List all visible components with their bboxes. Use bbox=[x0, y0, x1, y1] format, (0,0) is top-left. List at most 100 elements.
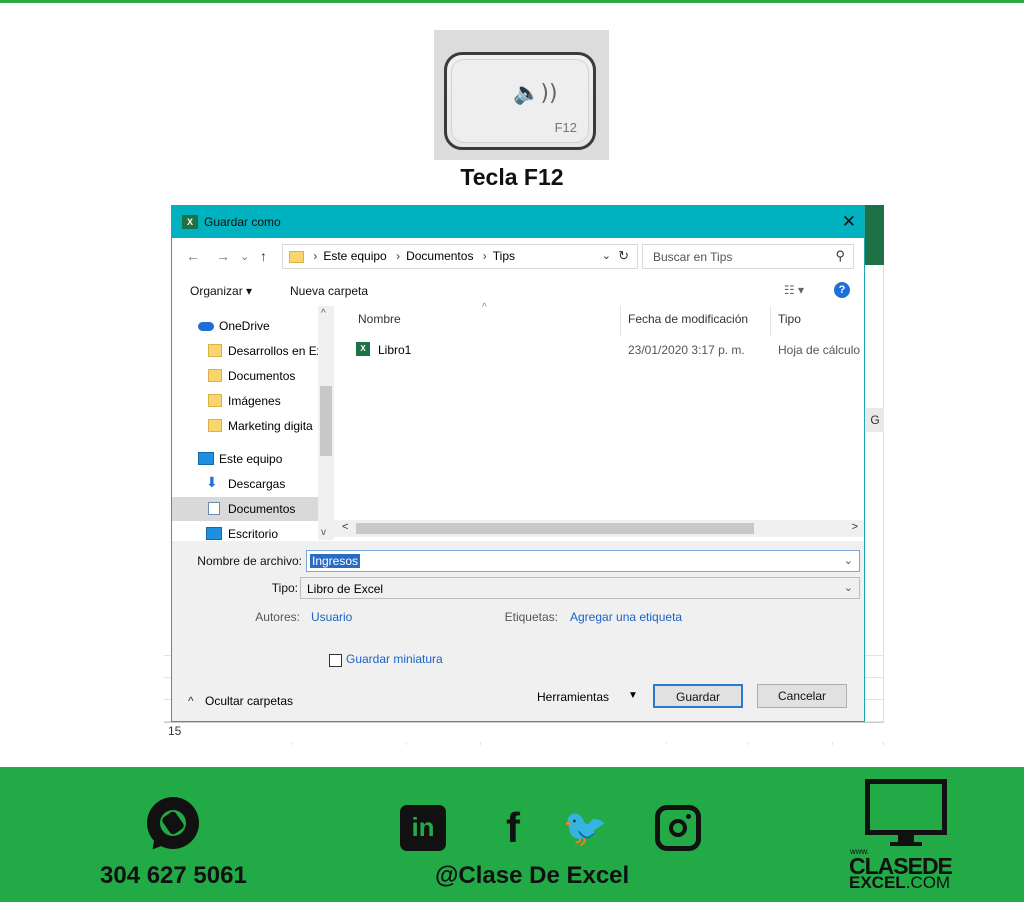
new-folder-button[interactable]: Nueva carpeta bbox=[290, 284, 368, 298]
linkedin-icon[interactable]: in bbox=[400, 805, 446, 851]
column-header-date[interactable]: Fecha de modificación bbox=[628, 312, 748, 326]
save-as-dialog: X Guardar como ✕ ← → ⌄ ↑ › Este equipo › D… bbox=[171, 205, 865, 722]
thumbnail-checkbox[interactable] bbox=[329, 654, 342, 667]
scroll-thumb[interactable] bbox=[356, 523, 754, 534]
scroll-right-icon[interactable]: > bbox=[852, 521, 858, 533]
view-options-icon[interactable]: ☷ ▾ bbox=[784, 283, 804, 297]
search-input[interactable]: Buscar en Tips ⚲ bbox=[642, 244, 854, 269]
column-header-type[interactable]: Tipo bbox=[778, 312, 801, 326]
row-number[interactable]: 15 bbox=[168, 724, 181, 738]
nav-item-label: Documentos bbox=[228, 502, 296, 516]
cancel-button[interactable]: Cancelar bbox=[757, 684, 847, 708]
search-icon[interactable]: ⚲ bbox=[835, 248, 845, 264]
whatsapp-icon bbox=[146, 797, 199, 855]
chevron-up-icon[interactable]: ^ bbox=[188, 694, 194, 708]
file-date: 23/01/2020 3:17 p. m. bbox=[628, 343, 745, 357]
forward-arrow-icon[interactable]: → bbox=[216, 248, 230, 264]
nav-scrollbar[interactable]: ^ v bbox=[318, 306, 334, 540]
excel-row bbox=[164, 722, 884, 742]
folder-icon bbox=[208, 419, 222, 432]
recent-locations-icon[interactable]: ⌄ bbox=[240, 250, 249, 263]
excel-app-icon: X bbox=[182, 215, 198, 229]
scroll-thumb[interactable] bbox=[320, 386, 332, 456]
authors-link[interactable]: Usuario bbox=[311, 610, 352, 624]
thumbnail-label[interactable]: Guardar miniatura bbox=[346, 652, 443, 666]
folder-icon bbox=[208, 394, 222, 407]
breadcrumb-item[interactable]: Documentos bbox=[406, 249, 473, 263]
scroll-up-icon[interactable]: ^ bbox=[321, 308, 326, 319]
brand-com: .COM bbox=[905, 873, 951, 892]
tools-dropdown-icon[interactable]: ▼ bbox=[628, 690, 638, 701]
breadcrumb-item[interactable]: Este equipo bbox=[323, 249, 386, 263]
f12-key: 🔈)) F12 bbox=[444, 52, 596, 150]
key-label: F12 bbox=[554, 120, 577, 135]
tags-label: Etiquetas: bbox=[504, 610, 558, 624]
chevron-down-icon[interactable]: ⌄ bbox=[602, 249, 611, 262]
filename-field[interactable]: Ingresos ⌄ bbox=[306, 550, 860, 572]
folder-icon bbox=[289, 250, 304, 263]
chevron-down-icon[interactable]: ⌄ bbox=[844, 581, 853, 594]
column-header-g[interactable]: G bbox=[866, 408, 884, 432]
file-list-hscrollbar[interactable]: < > bbox=[334, 520, 864, 537]
nav-item-este-equipo[interactable]: Este equipo bbox=[172, 447, 318, 471]
breadcrumb: › Este equipo › Documentos › Tips bbox=[289, 249, 515, 263]
document-icon bbox=[208, 502, 220, 515]
hide-folders-button[interactable]: Ocultar carpetas bbox=[205, 694, 293, 708]
footer-banner: 304 627 5061 in f 🐦 @Clase De Excel www.… bbox=[0, 767, 1024, 902]
column-header-name[interactable]: Nombre bbox=[358, 312, 401, 326]
scroll-down-icon[interactable]: v bbox=[321, 527, 326, 538]
close-icon[interactable]: ✕ bbox=[842, 212, 856, 232]
desktop-icon bbox=[206, 527, 222, 540]
f12-key-image: 🔈)) F12 bbox=[434, 30, 609, 160]
chevron-down-icon[interactable]: ⌄ bbox=[844, 554, 853, 567]
brand-excel: EXCEL bbox=[849, 873, 906, 892]
nav-item-desarrollos[interactable]: Desarrollos en Ex bbox=[172, 339, 318, 363]
scroll-left-icon[interactable]: < bbox=[342, 521, 348, 533]
nav-item-descargas[interactable]: ⬇ Descargas bbox=[172, 472, 318, 496]
up-arrow-icon[interactable]: ↑ bbox=[260, 248, 267, 264]
help-icon[interactable]: ? bbox=[834, 282, 850, 298]
twitter-icon[interactable]: 🐦 bbox=[562, 805, 608, 851]
instagram-icon[interactable] bbox=[655, 805, 701, 851]
type-value: Libro de Excel bbox=[307, 582, 384, 596]
page-caption: Tecla F12 bbox=[460, 164, 564, 190]
nav-item-marketing[interactable]: Marketing digita bbox=[172, 414, 318, 438]
sort-indicator-icon: ^ bbox=[482, 302, 487, 313]
refresh-icon[interactable]: ↻ bbox=[618, 248, 629, 264]
organize-button[interactable]: Organizar ▾ bbox=[190, 284, 252, 298]
nav-item-documentos[interactable]: Documentos bbox=[172, 364, 318, 388]
authors-label: Autores: bbox=[255, 610, 300, 624]
monitor-logo-icon bbox=[865, 779, 947, 835]
nav-item-documentos-selected[interactable]: Documentos bbox=[172, 497, 318, 521]
add-tag-link[interactable]: Agregar una etiqueta bbox=[570, 610, 682, 624]
nav-item-label: Documentos bbox=[228, 369, 296, 383]
back-arrow-icon[interactable]: ← bbox=[186, 248, 200, 264]
nav-item-label: Desarrollos en Ex bbox=[228, 344, 318, 358]
excel-file-icon: X bbox=[356, 342, 370, 356]
nav-item-label: Marketing digita bbox=[228, 419, 313, 433]
save-button[interactable]: Guardar bbox=[653, 684, 743, 708]
file-row[interactable]: X Libro1 23/01/2020 3:17 p. m. Hoja de c… bbox=[334, 340, 864, 362]
tools-button[interactable]: Herramientas bbox=[537, 690, 609, 704]
path-box[interactable]: › Este equipo › Documentos › Tips ⌄ ↻ bbox=[282, 244, 638, 269]
file-name: Libro1 bbox=[378, 343, 412, 357]
nav-item-onedrive[interactable]: OneDrive bbox=[172, 314, 318, 338]
nav-item-escritorio[interactable]: Escritorio bbox=[172, 522, 318, 540]
navigation-pane: OneDrive Desarrollos en Ex Documentos Im… bbox=[172, 306, 334, 540]
phone-number: 304 627 5061 bbox=[100, 862, 247, 889]
computer-icon bbox=[198, 452, 214, 465]
filename-label: Nombre de archivo: bbox=[197, 554, 302, 568]
dialog-toolbar: Organizar ▾ Nueva carpeta ☷ ▾ ? bbox=[172, 280, 864, 302]
filename-value: Ingresos bbox=[310, 554, 361, 568]
breadcrumb-item[interactable]: Tips bbox=[493, 249, 515, 263]
nav-item-label: Imágenes bbox=[228, 394, 281, 408]
social-handle: @Clase De Excel bbox=[435, 862, 630, 889]
folder-icon bbox=[208, 344, 222, 357]
dialog-titlebar[interactable]: X Guardar como ✕ bbox=[172, 206, 864, 238]
brand-line2: EXCEL.COM bbox=[849, 873, 950, 893]
download-icon: ⬇ bbox=[206, 474, 218, 490]
facebook-icon[interactable]: f bbox=[490, 805, 536, 851]
type-select[interactable]: Libro de Excel ⌄ bbox=[300, 577, 860, 599]
nav-item-imagenes[interactable]: Imágenes bbox=[172, 389, 318, 413]
search-placeholder: Buscar en Tips bbox=[653, 250, 733, 264]
